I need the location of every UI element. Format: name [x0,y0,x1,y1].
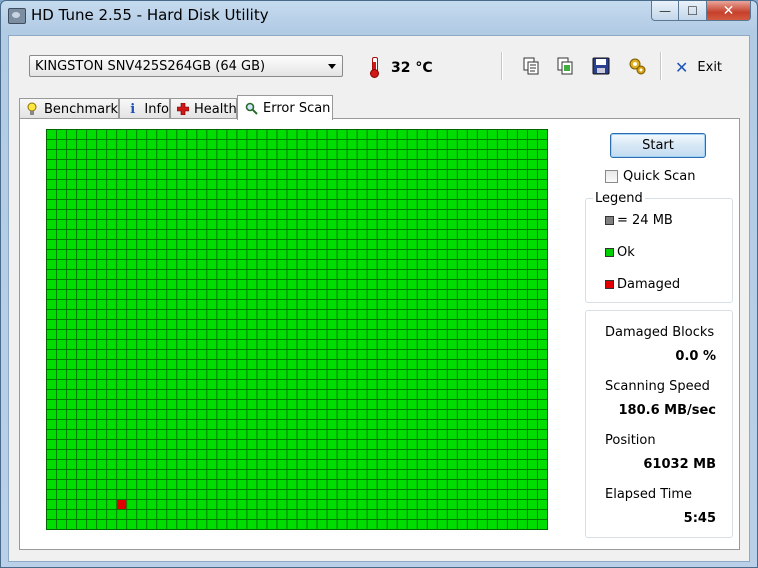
quick-scan-label: Quick Scan [623,169,696,184]
options-icon[interactable] [627,56,647,76]
maximize-button[interactable]: ☐ [679,1,707,21]
damaged-blocks-value: 0.0 % [675,349,716,364]
legend-swatch-damaged [605,280,614,289]
position-label: Position [605,433,656,448]
legend-group: Legend = 24 MB Ok Damaged [585,191,733,303]
save-icon[interactable] [591,56,611,76]
scan-statistics: Damaged Blocks 0.0 % Scanning Speed 180.… [585,310,733,538]
thermometer-icon [370,57,379,78]
app-window: HD Tune 2.55 - Hard Disk Utility — ☐ ✕ K… [0,0,758,568]
legend-item: Damaged [605,277,680,292]
drive-select[interactable]: KINGSTON SNV425S264GB (64 GB) [29,55,343,77]
quick-scan-option[interactable]: Quick Scan [605,169,696,184]
exit-label: Exit [697,60,723,75]
copy-text-icon[interactable] [521,56,541,76]
damaged-blocks-label: Damaged Blocks [605,325,715,340]
toolbar-separator [501,52,503,80]
window-title: HD Tune 2.55 - Hard Disk Utility [31,6,269,24]
tab-label: Benchmark [43,101,118,117]
minimize-button[interactable]: — [651,1,679,21]
quick-scan-checkbox[interactable] [605,170,618,183]
legend-swatch-ok [605,248,614,257]
scanning-speed-value: 180.6 MB/sec [618,403,717,418]
tab-label: Health [194,101,237,117]
title-bar[interactable]: HD Tune 2.55 - Hard Disk Utility — ☐ ✕ [1,1,757,31]
error-scan-page: Start Quick Scan Legend = 24 MB Ok Damag… [19,118,740,550]
legend-label: Damaged [617,277,681,292]
client-area: KINGSTON SNV425S264GB (64 GB) 32 °C ✕ Ex… [8,35,750,562]
lightbulb-icon [26,102,39,116]
legend-item: = 24 MB [605,213,673,228]
tab-error-scan[interactable]: Error Scan [237,95,333,120]
legend-item: Ok [605,245,635,260]
elapsed-time-label: Elapsed Time [605,487,693,502]
copy-screenshot-icon[interactable] [555,56,575,76]
magnifier-icon [244,101,258,115]
drive-select-value: KINGSTON SNV425S264GB (64 GB) [35,58,266,74]
info-icon: i [130,101,136,117]
health-cross-icon [177,102,189,116]
legend-title: Legend [593,191,645,206]
damaged-block [117,500,127,509]
toolbar-separator [660,52,662,80]
scanning-speed-label: Scanning Speed [605,379,710,394]
legend-label: = 24 MB [617,213,673,228]
tab-label: Info [144,101,169,117]
scan-grid [46,129,548,530]
close-button[interactable]: ✕ [707,1,751,21]
legend-swatch-block-size [605,216,614,225]
exit-button[interactable]: ✕ Exit [675,58,722,77]
scan-grid-lines [46,129,548,530]
tab-info[interactable]: i Info [119,98,170,119]
temperature-value: 32 °C [391,60,433,76]
hard-disk-app-icon[interactable] [8,8,26,24]
elapsed-time-value: 5:45 [683,511,716,526]
start-button[interactable]: Start [610,133,706,158]
exit-icon: ✕ [675,58,689,77]
scan-block-map [46,129,548,530]
tab-benchmark[interactable]: Benchmark [19,98,119,119]
chevron-down-icon [328,64,336,69]
caption-buttons: — ☐ ✕ [651,1,751,21]
tab-health[interactable]: Health [170,98,237,119]
position-value: 61032 MB [643,457,716,472]
legend-label: Ok [617,245,635,260]
tab-label: Error Scan [263,100,331,116]
